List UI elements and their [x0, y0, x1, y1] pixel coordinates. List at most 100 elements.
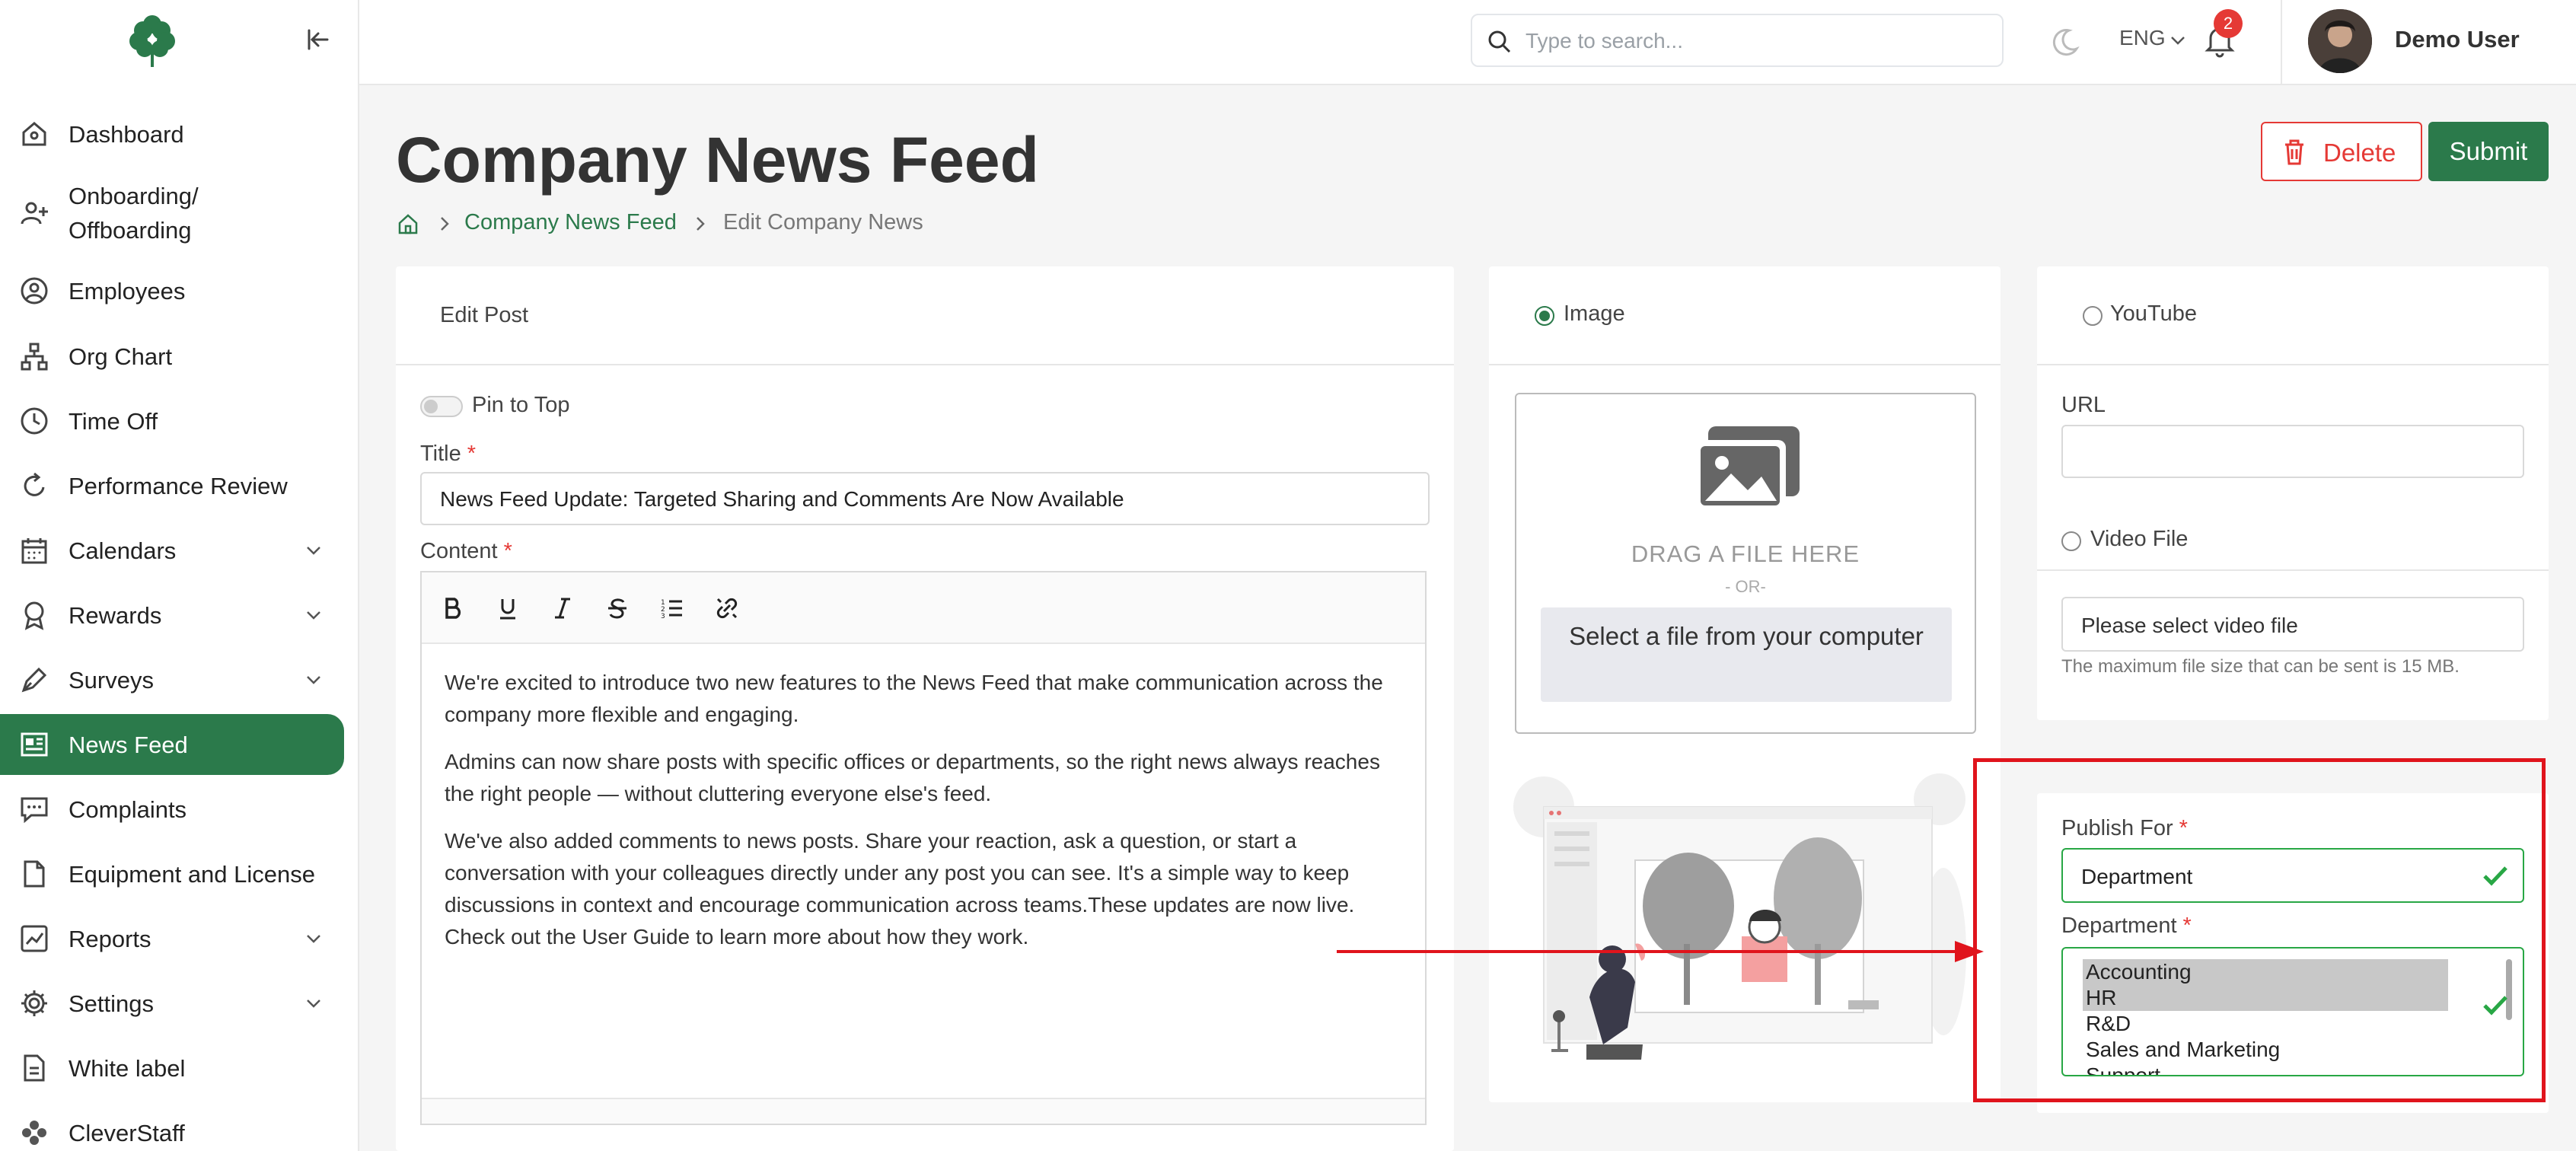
sidebar-item-label: Settings: [69, 990, 155, 1017]
annotation-arrow: [1337, 941, 1984, 962]
sidebar-item-settings[interactable]: Settings: [0, 973, 344, 1034]
sidebar-item-label: Calendars: [69, 537, 177, 564]
collapse-sidebar-icon[interactable]: [303, 24, 333, 55]
select-file-button[interactable]: Select a file from your computer: [1541, 607, 1952, 702]
drag-file-text: DRAG A FILE HERE: [1631, 540, 1860, 567]
editor-footer: [422, 1098, 1425, 1124]
sidebar-item-surveys[interactable]: Surveys: [0, 649, 344, 710]
content-editor[interactable]: 123 We're excited to introduce two new f…: [420, 571, 1427, 1125]
youtube-radio-label: YouTube: [2110, 301, 2197, 326]
home-icon[interactable]: [396, 212, 420, 236]
sidebar-item-complaints[interactable]: Complaints: [0, 779, 344, 840]
newspaper-icon: [17, 727, 52, 762]
cleverstaff-icon: [17, 1115, 52, 1150]
sidebar: Dashboard Onboarding/ Offboarding Employ…: [0, 0, 359, 1151]
video-file-input[interactable]: Please select video file: [2061, 597, 2524, 652]
editor-body[interactable]: We're excited to introduce two new featu…: [445, 667, 1411, 968]
divider: [1489, 364, 2001, 365]
url-label: URL: [2061, 393, 2106, 417]
sidebar-item-white-label[interactable]: White label: [0, 1038, 344, 1098]
sidebar-item-rewards[interactable]: Rewards: [0, 585, 344, 646]
chevron-down-icon[interactable]: [2168, 30, 2188, 50]
search-icon: [1488, 30, 1511, 53]
pen-icon: [17, 662, 52, 697]
sidebar-item-label: Complaints: [69, 795, 187, 823]
content-paragraph: Admins can now share posts with specific…: [445, 750, 1380, 805]
or-text: - OR-: [1725, 577, 1766, 596]
svg-text:3: 3: [661, 613, 665, 620]
title-input[interactable]: News Feed Update: Targeted Sharing and C…: [420, 472, 1430, 525]
annotation-highlight-box: [1973, 758, 2546, 1102]
sidebar-item-label: Equipment and License: [69, 860, 316, 888]
sidebar-item-reports[interactable]: Reports: [0, 908, 344, 969]
search-placeholder: Type to search...: [1526, 29, 1683, 53]
document-icon: [17, 1051, 52, 1086]
clover-logo-icon[interactable]: [122, 9, 183, 70]
sidebar-item-dashboard[interactable]: Dashboard: [0, 104, 344, 164]
sidebar-item-employees[interactable]: Employees: [0, 260, 344, 321]
file-size-hint: The maximum file size that can be sent i…: [2061, 656, 2460, 677]
avatar[interactable]: [2308, 9, 2372, 73]
sidebar-item-label: White label: [69, 1054, 186, 1082]
delete-button[interactable]: Delete: [2261, 122, 2422, 181]
image-radio-label: Image: [1564, 301, 1625, 326]
sidebar-item-label: News Feed: [69, 731, 188, 758]
sidebar-item-onboarding[interactable]: Onboarding/ Offboarding: [0, 177, 344, 250]
file-dropzone[interactable]: DRAG A FILE HERE - OR- Select a file fro…: [1515, 393, 1976, 734]
sidebar-item-calendars[interactable]: Calendars: [0, 520, 344, 581]
user-plus-icon: [17, 196, 52, 231]
sidebar-item-label: Employees: [69, 277, 186, 304]
bold-icon[interactable]: [437, 592, 469, 624]
search-input[interactable]: Type to search...: [1471, 14, 2004, 67]
card-title: Edit Post: [440, 303, 529, 327]
sidebar-item-time-off[interactable]: Time Off: [0, 391, 344, 451]
language-selector[interactable]: ENG: [2119, 26, 2166, 50]
sidebar-item-performance-review[interactable]: Performance Review: [0, 455, 344, 516]
submit-button[interactable]: Submit: [2428, 122, 2549, 181]
video-file-label: Video File: [2090, 527, 2189, 551]
breadcrumb-link[interactable]: Company News Feed: [464, 210, 677, 235]
chevron-right-icon: [697, 217, 705, 231]
user-circle-icon: [17, 273, 52, 308]
calendar-icon: [17, 533, 52, 568]
image-radio[interactable]: [1535, 306, 1554, 326]
sidebar-item-label: Dashboard: [69, 120, 184, 148]
toggle-knob: [424, 400, 438, 413]
sidebar-item-org-chart[interactable]: Org Chart: [0, 326, 344, 387]
topbar: Type to search... ENG 2 Demo User: [359, 0, 2576, 85]
divider: [2037, 364, 2549, 365]
sidebar-item-cleverstaff[interactable]: CleverStaff: [0, 1102, 344, 1151]
strikethrough-icon[interactable]: [601, 592, 633, 624]
editor-toolbar: 123: [422, 572, 1425, 644]
chevron-down-icon: [307, 611, 320, 620]
youtube-radio[interactable]: [2083, 306, 2103, 326]
italic-icon[interactable]: [547, 592, 579, 624]
unlink-icon[interactable]: [711, 592, 743, 624]
pin-to-top-label: Pin to Top: [472, 393, 570, 417]
moon-icon[interactable]: [2048, 26, 2081, 59]
content-label-text: Content: [420, 539, 498, 563]
video-file-radio[interactable]: [2061, 531, 2081, 551]
numbered-list-icon[interactable]: 123: [656, 592, 688, 624]
home-icon: [17, 116, 52, 151]
chart-icon: [17, 921, 52, 956]
content-paragraph: We've also added comments to news posts.…: [445, 829, 1355, 949]
pin-to-top-toggle[interactable]: [420, 396, 463, 417]
chevron-right-icon: [441, 217, 449, 231]
news-illustration: [1513, 773, 1966, 1060]
edit-post-card: Edit Post Pin to Top Title * News Feed Up…: [396, 266, 1454, 1151]
chevron-down-icon: [307, 935, 320, 943]
url-input[interactable]: [2061, 425, 2524, 478]
sidebar-item-label: Surveys: [69, 666, 154, 693]
youtube-card: YouTube URL Video File Please select vid…: [2037, 266, 2549, 720]
gear-icon: [17, 986, 52, 1021]
chevron-down-icon: [307, 1000, 320, 1008]
sidebar-item-news-feed[interactable]: News Feed: [0, 714, 344, 775]
user-name[interactable]: Demo User: [2395, 26, 2520, 53]
sidebar-item-equipment[interactable]: Equipment and License: [0, 843, 344, 904]
underline-icon[interactable]: [492, 592, 524, 624]
sidebar-item-label: Rewards: [69, 601, 162, 629]
chat-icon: [17, 792, 52, 827]
content-label: Content *: [420, 539, 512, 564]
sidebar-item-label: Time Off: [69, 407, 158, 435]
